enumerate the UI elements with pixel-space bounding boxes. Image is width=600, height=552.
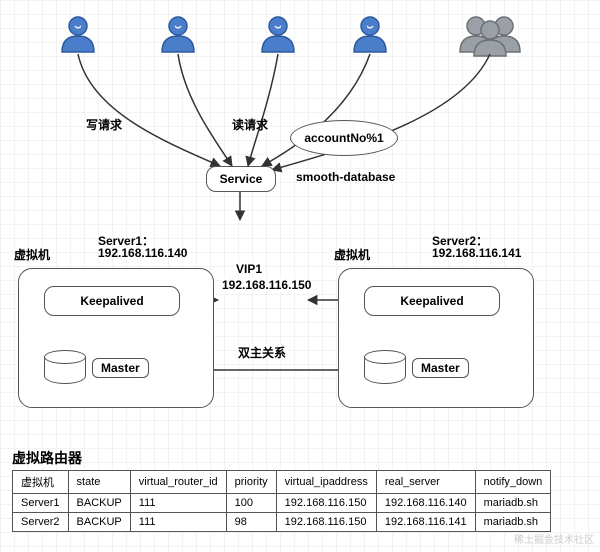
read-request-label: 读请求 — [232, 116, 268, 133]
service-label: Service — [220, 172, 263, 186]
vip-name: VIP1 — [234, 262, 264, 276]
server1-keepalived: Keepalived — [44, 286, 180, 316]
watermark: 稀土掘金技术社区 — [514, 531, 594, 546]
table-row: Server1 BACKUP 111 100 192.168.116.150 1… — [13, 494, 551, 513]
col-notify: notify_down — [475, 471, 551, 494]
col-vip: virtual_ipaddress — [276, 471, 376, 494]
dual-master-label: 双主关系 — [236, 344, 288, 361]
server1-master-label: Master — [92, 358, 149, 378]
server1-master-db: Master — [44, 350, 86, 384]
database-icon — [44, 350, 86, 384]
col-vm: 虚拟机 — [13, 471, 69, 494]
table-header-row: 虚拟机 state virtual_router_id priority vir… — [13, 471, 551, 494]
col-state: state — [68, 471, 130, 494]
server2-keepalived-label: Keepalived — [400, 294, 463, 308]
service-box: Service — [206, 166, 276, 192]
server1-ip: 192.168.116.140 — [98, 246, 187, 260]
server1-keepalived-label: Keepalived — [80, 294, 143, 308]
vrouter-title: 虚拟路由器 — [12, 448, 82, 468]
server1-vm-label: 虚拟机 — [14, 246, 50, 263]
server2-ip: 192.168.116.141 — [432, 246, 521, 260]
col-vrid: virtual_router_id — [130, 471, 226, 494]
col-real: real_server — [376, 471, 475, 494]
client-user-icon — [62, 17, 94, 52]
smooth-database-label: smooth-database — [296, 170, 395, 184]
client-user-icon — [354, 17, 386, 52]
col-priority: priority — [226, 471, 276, 494]
server2-keepalived: Keepalived — [364, 286, 500, 316]
server2-vm-label: 虚拟机 — [334, 246, 370, 263]
partition-key-text: accountNo%1 — [304, 131, 383, 145]
vrouter-table: 虚拟机 state virtual_router_id priority vir… — [12, 470, 551, 532]
server2-master-label: Master — [412, 358, 469, 378]
client-group-icon — [460, 17, 520, 56]
partition-key-bubble: accountNo%1 — [290, 120, 398, 156]
client-user-icon — [262, 17, 294, 52]
write-request-label: 写请求 — [86, 116, 122, 133]
database-icon — [364, 350, 406, 384]
table-row: Server2 BACKUP 111 98 192.168.116.150 19… — [13, 513, 551, 532]
client-user-icon — [162, 17, 194, 52]
server2-master-db: Master — [364, 350, 406, 384]
vip-ip: 192.168.116.150 — [220, 278, 306, 292]
